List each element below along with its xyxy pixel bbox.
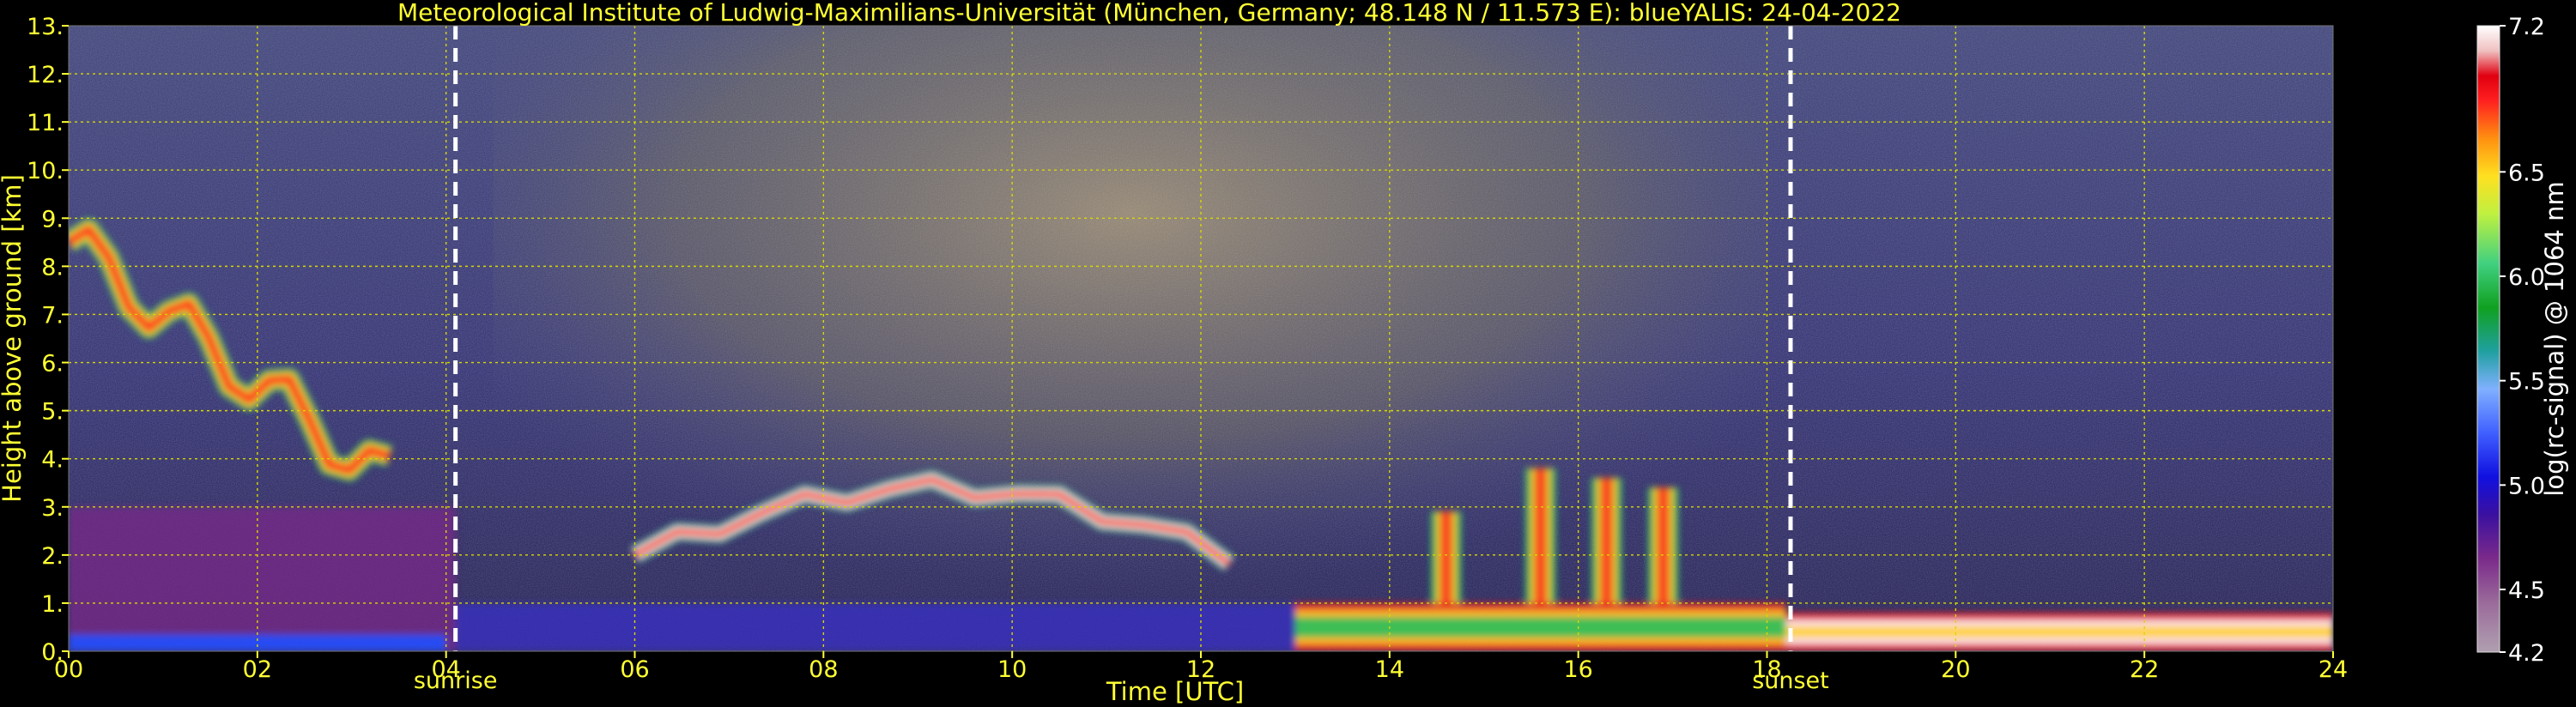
feature-boundary-layer [1294, 602, 1786, 651]
feature-surface-layer [69, 634, 446, 651]
y-tick-label: 11. [27, 110, 64, 136]
lidar-chart: sunrise sunset 00 02 04 06 08 10 12 14 16 18 20 22 24… [0, 0, 2569, 706]
colorbar: 4.24.55.05.56.06.57.2 log(rc-signal) @ 1… [2476, 14, 2569, 667]
colorbar-tick-label: 4.5 [2508, 577, 2545, 604]
y-tick-label: 13. [27, 14, 64, 40]
x-tick-label: 20 [1941, 656, 1970, 683]
y-tick-label: 7. [41, 302, 64, 329]
colorbar-label: log(rc-signal) @ 1064 nm [2540, 181, 2569, 496]
x-tick-label: 06 [620, 656, 649, 683]
y-axis: 0. 1. 2. 3. 4. 5. 6. 7. 8. 9. 10. 11. 12. 13. [27, 14, 69, 666]
y-tick-label: 5. [41, 399, 64, 426]
y-tick-label: 10. [27, 158, 64, 184]
y-tick-label: 8. [41, 254, 64, 281]
colorbar-ticks: 4.24.55.05.56.06.57.2 [2500, 14, 2545, 667]
feature-nocturnal-surface-layer [1785, 613, 2333, 651]
y-tick-label: 3. [41, 495, 64, 522]
y-tick-label: 1. [41, 591, 64, 618]
x-tick-label: 22 [2130, 656, 2159, 683]
x-tick-label: 02 [243, 656, 272, 683]
chart-title: Meteorological Institute of Ludwig-Maxim… [397, 0, 1901, 27]
x-tick-label: 18 [1752, 656, 1781, 683]
colorbar-scale [2476, 25, 2500, 653]
x-tick-label: 14 [1375, 656, 1404, 683]
x-tick-label: 16 [1563, 656, 1592, 683]
feature-morning-aerosol [455, 602, 1295, 651]
y-axis-label: Height above ground [km] [0, 174, 27, 503]
colorbar-tick-label: 7.2 [2508, 14, 2545, 40]
x-tick-label: 04 [431, 656, 460, 683]
x-tick-label: 08 [809, 656, 838, 683]
y-tick-label: 4. [41, 447, 64, 474]
x-tick-label: 24 [2318, 656, 2348, 683]
y-tick-label: 9. [41, 206, 64, 233]
y-tick-label: 2. [41, 543, 64, 570]
x-axis-label: Time [UTC] [1106, 677, 1244, 706]
feature-night-aerosol [69, 506, 456, 651]
y-tick-label: 12. [27, 62, 64, 88]
y-tick-label: 6. [41, 351, 64, 378]
x-tick-label: 10 [997, 656, 1027, 683]
colorbar-tick-label: 4.2 [2508, 640, 2545, 667]
y-tick-label: 0. [41, 639, 64, 666]
